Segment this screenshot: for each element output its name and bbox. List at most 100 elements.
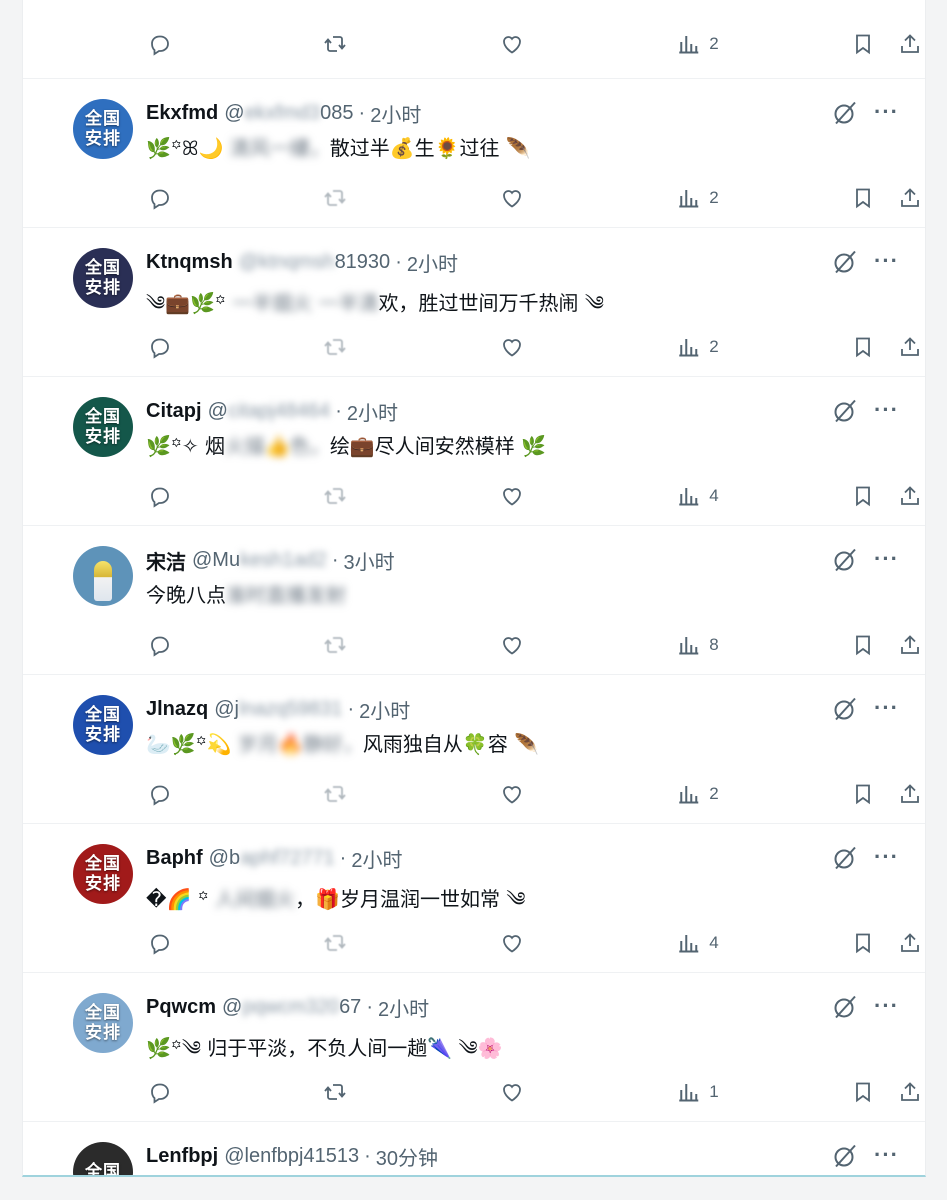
- grok-icon[interactable]: [831, 546, 859, 574]
- reply-button[interactable]: [148, 32, 172, 56]
- share-button[interactable]: [898, 32, 922, 56]
- tweet[interactable]: 全国 安排 Citapj @citapj48464 · 2小时 ··· 🌿꙳✧ …: [23, 377, 925, 526]
- more-icon[interactable]: ···: [874, 994, 899, 1018]
- like-button[interactable]: [500, 335, 524, 359]
- username[interactable]: @lenfbpj41513: [224, 1145, 359, 1168]
- more-icon[interactable]: ···: [874, 100, 899, 124]
- like-button[interactable]: [500, 32, 524, 56]
- bookmark-button[interactable]: [851, 335, 875, 359]
- retweet-button[interactable]: [323, 633, 347, 657]
- display-name[interactable]: 宋洁: [146, 546, 186, 575]
- display-name[interactable]: Citapj: [146, 400, 202, 423]
- bookmark-button[interactable]: [851, 931, 875, 955]
- more-icon[interactable]: ···: [874, 696, 899, 720]
- timestamp[interactable]: 2小时: [359, 695, 410, 724]
- tweet[interactable]: 全国 Lenfbpj @lenfbpj41513 · 30分钟 ···: [23, 1122, 925, 1175]
- more-icon[interactable]: ···: [874, 1143, 899, 1167]
- avatar[interactable]: 全国 安排: [73, 99, 133, 159]
- reply-button[interactable]: [148, 1080, 172, 1104]
- reply-button[interactable]: [148, 782, 172, 806]
- bookmark-button[interactable]: [851, 484, 875, 508]
- views-button[interactable]: 4: [677, 484, 719, 508]
- more-icon[interactable]: ···: [874, 547, 899, 571]
- like-button[interactable]: [500, 782, 524, 806]
- views-button[interactable]: 1: [677, 1080, 719, 1104]
- timestamp[interactable]: 2小时: [407, 248, 458, 277]
- grok-icon[interactable]: [831, 993, 859, 1021]
- like-button[interactable]: [500, 186, 524, 210]
- like-button[interactable]: [500, 1080, 524, 1104]
- timestamp[interactable]: 2小时: [370, 99, 421, 128]
- username[interactable]: @jlnazq59831: [214, 698, 342, 721]
- bookmark-button[interactable]: [851, 1080, 875, 1104]
- views-button[interactable]: 2: [677, 782, 719, 806]
- tweet[interactable]: 全国 安排 Ekxfmd @ekxfmd3085 · 2小时 ··· 🌿꙳ꕤ🌙 …: [23, 79, 925, 228]
- bookmark-button[interactable]: [851, 782, 875, 806]
- views-button[interactable]: 2: [677, 335, 719, 359]
- share-button[interactable]: [898, 931, 922, 955]
- grok-icon[interactable]: [831, 99, 859, 127]
- display-name[interactable]: Jlnazq: [146, 698, 208, 721]
- grok-icon[interactable]: [831, 248, 859, 276]
- grok-icon[interactable]: [831, 397, 859, 425]
- display-name[interactable]: Ekxfmd: [146, 102, 218, 125]
- views-button[interactable]: 2: [677, 186, 719, 210]
- more-icon[interactable]: ···: [874, 249, 899, 273]
- retweet-button[interactable]: [323, 782, 347, 806]
- avatar[interactable]: [73, 546, 133, 606]
- tweet[interactable]: 全国 安排 Pqwcm @pqwcm32067 · 2小时 ··· 🌿꙳༄ 归于…: [23, 973, 925, 1122]
- like-button[interactable]: [500, 484, 524, 508]
- timestamp[interactable]: 2小时: [347, 397, 398, 426]
- username[interactable]: @citapj48464: [208, 400, 331, 423]
- retweet-button[interactable]: [323, 1080, 347, 1104]
- like-button[interactable]: [500, 633, 524, 657]
- reply-button[interactable]: [148, 931, 172, 955]
- username[interactable]: @baphf72771: [209, 847, 335, 870]
- reply-button[interactable]: [148, 335, 172, 359]
- timestamp[interactable]: 30分钟: [376, 1142, 438, 1171]
- share-button[interactable]: [898, 484, 922, 508]
- retweet-button[interactable]: [323, 931, 347, 955]
- bookmark-button[interactable]: [851, 633, 875, 657]
- more-icon[interactable]: ···: [874, 845, 899, 869]
- share-button[interactable]: [898, 186, 922, 210]
- timestamp[interactable]: 2小时: [351, 844, 402, 873]
- display-name[interactable]: Baphf: [146, 847, 203, 870]
- views-button[interactable]: 2: [677, 32, 719, 56]
- timestamp[interactable]: 2小时: [378, 993, 429, 1022]
- tweet[interactable]: 全国 安排 Ktnqmsh @ktnqmsh81930 · 2小时 ··· ༄💼…: [23, 228, 925, 377]
- tweet[interactable]: 宋洁 @Mukesh1ad2 · 3小时 ··· 今晚八点准时直播发射 8: [23, 526, 925, 675]
- username[interactable]: @Mukesh1ad2: [192, 549, 327, 572]
- retweet-button[interactable]: [323, 186, 347, 210]
- reply-button[interactable]: [148, 484, 172, 508]
- share-button[interactable]: [898, 1080, 922, 1104]
- username[interactable]: @pqwcm32067: [222, 996, 361, 1019]
- retweet-button[interactable]: [323, 484, 347, 508]
- avatar[interactable]: 全国 安排: [73, 993, 133, 1053]
- bookmark-button[interactable]: [851, 186, 875, 210]
- username[interactable]: @ktnqmsh81930: [239, 251, 391, 274]
- more-icon[interactable]: ···: [874, 398, 899, 422]
- grok-icon[interactable]: [831, 695, 859, 723]
- reply-button[interactable]: [148, 633, 172, 657]
- share-button[interactable]: [898, 782, 922, 806]
- tweet[interactable]: 全国 安排 Jlnazq @jlnazq59831 · 2小时 ··· 🦢🌿꙳💫…: [23, 675, 925, 824]
- display-name[interactable]: Pqwcm: [146, 996, 216, 1019]
- like-button[interactable]: [500, 931, 524, 955]
- tweet[interactable]: 全国 安排 Baphf @baphf72771 · 2小时 ··· �🌈 ꙳ 人…: [23, 824, 925, 973]
- views-button[interactable]: 4: [677, 931, 719, 955]
- grok-icon[interactable]: [831, 1142, 859, 1170]
- share-button[interactable]: [898, 633, 922, 657]
- retweet-button[interactable]: [323, 335, 347, 359]
- views-button[interactable]: 8: [677, 633, 719, 657]
- avatar[interactable]: 全国: [73, 1142, 133, 1175]
- bookmark-button[interactable]: [851, 32, 875, 56]
- avatar[interactable]: 全国 安排: [73, 397, 133, 457]
- avatar[interactable]: 全国 安排: [73, 248, 133, 308]
- share-button[interactable]: [898, 335, 922, 359]
- avatar[interactable]: 全国 安排: [73, 695, 133, 755]
- grok-icon[interactable]: [831, 844, 859, 872]
- username[interactable]: @ekxfmd3085: [224, 102, 353, 125]
- reply-button[interactable]: [148, 186, 172, 210]
- timestamp[interactable]: 3小时: [344, 546, 395, 575]
